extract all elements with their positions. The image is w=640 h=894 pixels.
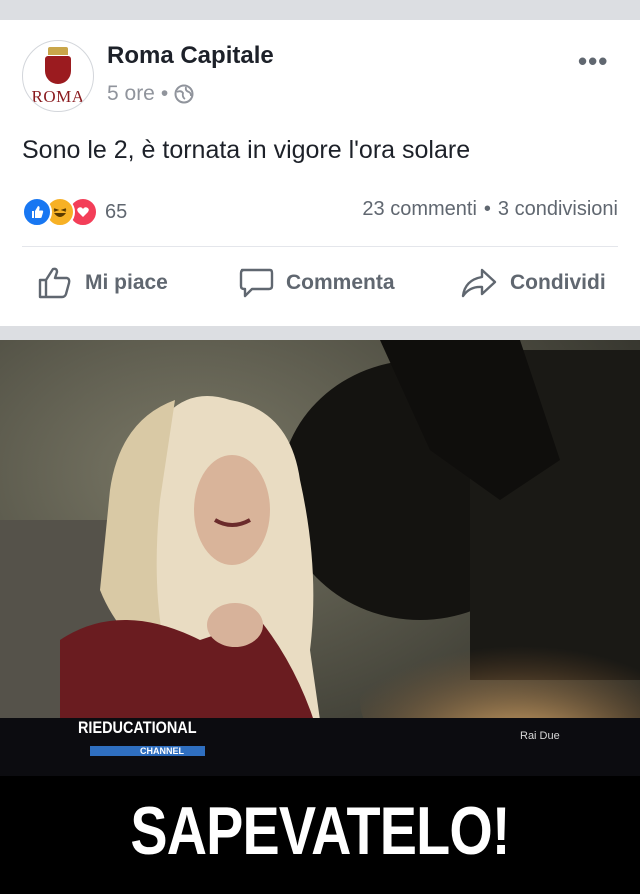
- crown-emblem: [48, 47, 68, 55]
- shield-emblem: [45, 56, 71, 84]
- comments-count-link[interactable]: 23 commenti: [362, 198, 477, 221]
- comment-button[interactable]: Commenta: [238, 266, 395, 300]
- page-name-link[interactable]: Roma Capitale: [107, 42, 274, 70]
- channel-logo-subtext: CHANNEL: [140, 746, 184, 756]
- share-button[interactable]: Condividi: [460, 266, 606, 300]
- globe-icon: [174, 84, 194, 104]
- page-avatar[interactable]: ROMA: [22, 40, 94, 112]
- comment-icon: [239, 268, 274, 298]
- engagement-stats: 23 commenti • 3 condivisioni: [362, 198, 618, 221]
- share-icon: [461, 268, 497, 298]
- feed-gap: [0, 326, 640, 340]
- meme-caption: SAPEVATELO!: [130, 793, 510, 869]
- avatar-logo-text: ROMA: [31, 87, 85, 106]
- reactions-summary[interactable]: 65: [22, 197, 127, 227]
- like-button[interactable]: Mi piace: [37, 266, 168, 300]
- shares-count-link[interactable]: 3 condivisioni: [498, 198, 618, 221]
- thumbs-up-icon: [38, 267, 71, 299]
- post-image[interactable]: RIEDUCATIONAL CHANNEL Rai Due: [0, 340, 640, 782]
- like-reaction-icon: [22, 197, 52, 227]
- comment-button-label: Commenta: [286, 271, 395, 294]
- meta-separator: •: [160, 82, 169, 105]
- broadcaster-watermark: Rai Due: [520, 730, 560, 742]
- feed-gap-top: [0, 0, 640, 20]
- post-text: Sono le 2, è tornata in vigore l'ora sol…: [22, 136, 471, 164]
- post-meta: 5 ore •: [107, 82, 194, 106]
- reaction-count: 65: [105, 200, 128, 223]
- meme-image-scene: [0, 340, 640, 782]
- like-button-label: Mi piace: [85, 271, 168, 294]
- post-time[interactable]: 5 ore: [107, 82, 155, 106]
- action-divider: [22, 246, 618, 247]
- post-card: ROMA Roma Capitale 5 ore • ••• Sono le 2…: [0, 20, 640, 326]
- channel-logo-text: RIEDUCATIONAL: [78, 718, 197, 737]
- more-options-icon[interactable]: •••: [578, 46, 608, 77]
- share-button-label: Condividi: [510, 271, 606, 294]
- stats-separator: •: [483, 198, 491, 220]
